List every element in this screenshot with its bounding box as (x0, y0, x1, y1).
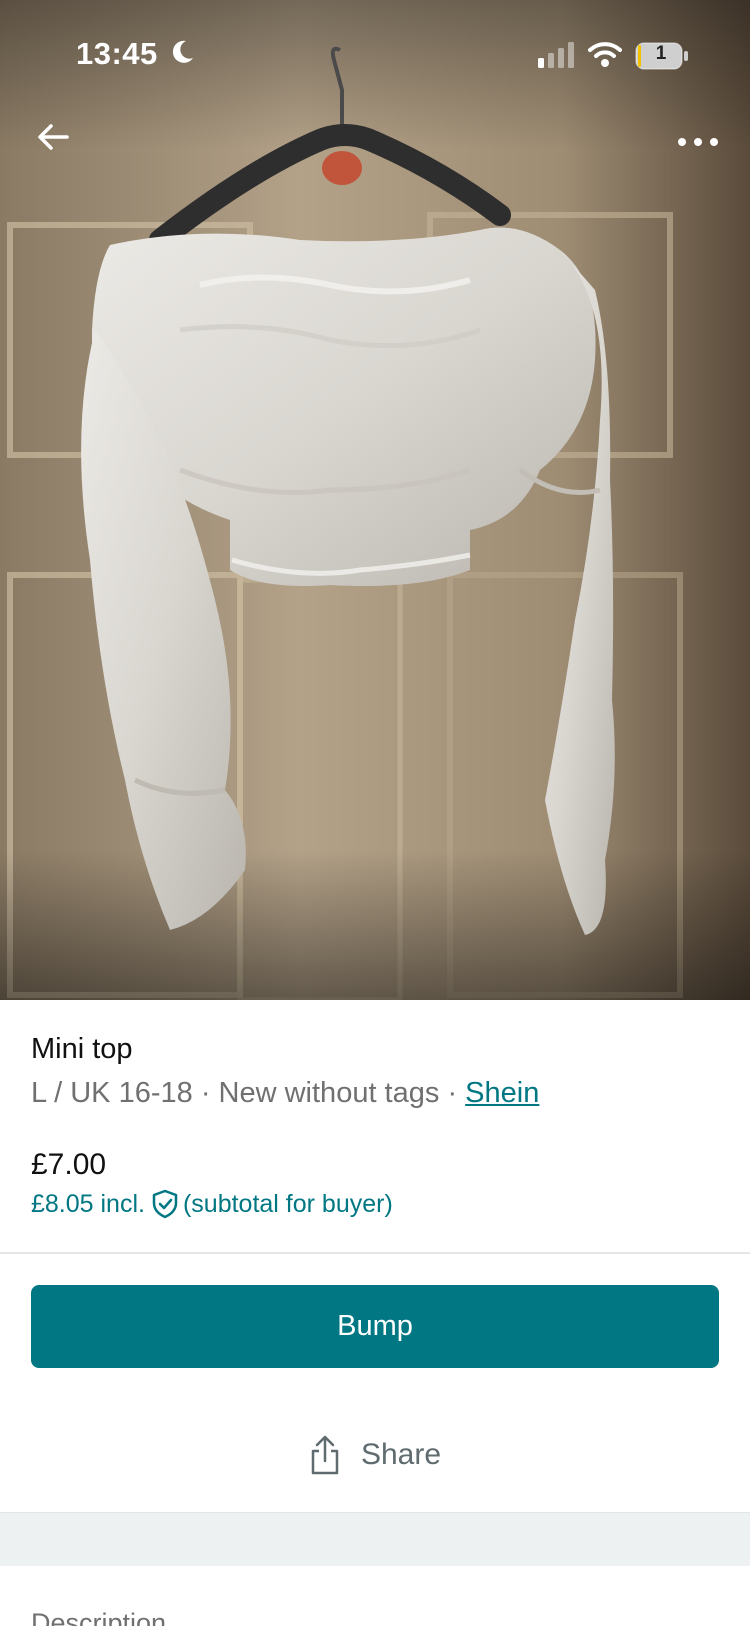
battery-level: 1 (655, 43, 667, 64)
share-label: Share (360, 1438, 442, 1471)
back-arrow-icon (38, 124, 69, 150)
status-time: 13:45 (76, 36, 158, 71)
meta-separator: · (200, 1077, 211, 1109)
item-condition: New without tags (218, 1077, 440, 1109)
item-photo[interactable]: 13:45 1 (0, 0, 750, 1000)
price-incl-note: (subtotal for buyer) (182, 1189, 393, 1218)
signal-icon (538, 42, 574, 68)
share-button[interactable]: Share (0, 1420, 750, 1490)
more-options-button[interactable] (670, 120, 726, 164)
status-bar: 13:45 1 (0, 0, 750, 100)
item-price: £7.00 (31, 1148, 107, 1181)
brand-link[interactable]: Shein (465, 1077, 539, 1109)
meta-separator: · (447, 1077, 458, 1109)
bump-button[interactable]: Bump (31, 1285, 719, 1368)
shield-check-icon (152, 1189, 178, 1219)
more-dots-icon (678, 138, 718, 146)
section-spacer (0, 1512, 750, 1566)
item-title: Mini top (31, 1033, 133, 1065)
back-button[interactable] (28, 112, 78, 162)
item-size: L / UK 16-18 (31, 1077, 193, 1109)
item-detail-screen: 13:45 1 Mini top L / UK 16-18 · New with… (0, 0, 750, 1626)
wifi-icon (588, 42, 622, 67)
share-icon (311, 1435, 339, 1475)
buyer-subtotal[interactable]: £8.05 incl. (subtotal for buyer) (31, 1189, 393, 1219)
item-photo-illustration (0, 0, 750, 1000)
divider (0, 1252, 750, 1254)
description-heading: Description (31, 1608, 167, 1626)
item-meta: L / UK 16-18 · New without tags · Shein (31, 1077, 539, 1110)
moon-icon (172, 40, 193, 63)
price-incl: £8.05 incl. (31, 1189, 145, 1218)
